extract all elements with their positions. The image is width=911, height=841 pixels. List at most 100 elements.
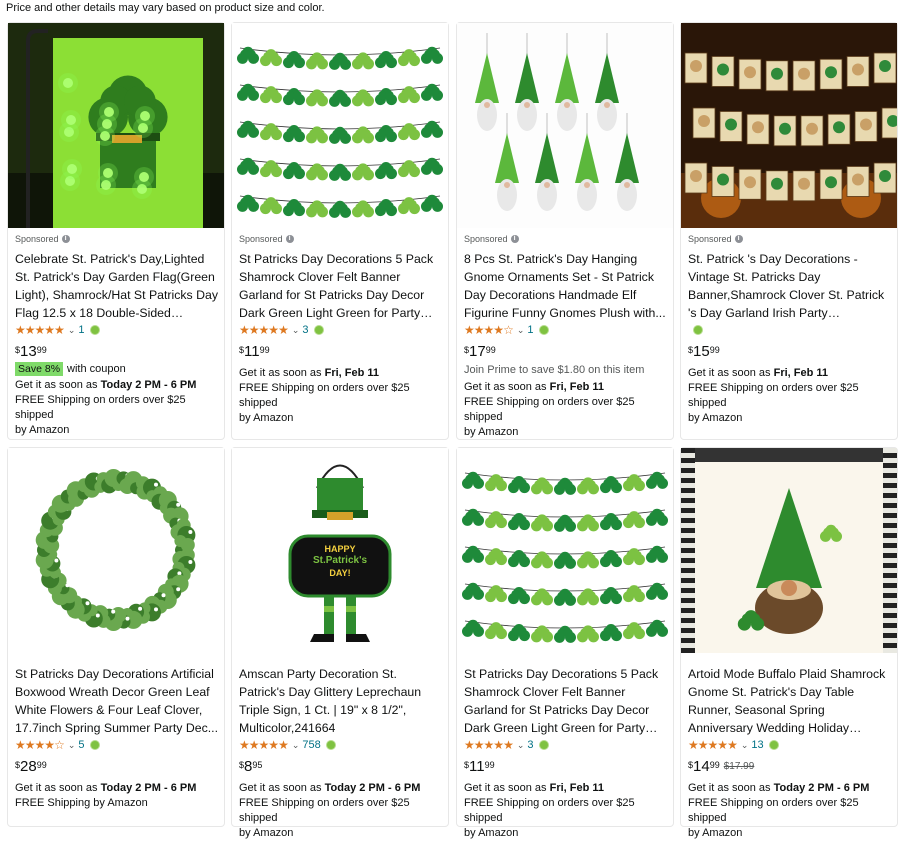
- product-card[interactable]: Sponsored i St Patricks Day Decorations …: [231, 22, 449, 440]
- star-rating[interactable]: ★★★★★: [688, 738, 738, 752]
- star-icon: ★: [473, 738, 485, 752]
- sponsored-text: Sponsored: [688, 234, 732, 244]
- info-icon[interactable]: i: [61, 235, 70, 243]
- price[interactable]: $ 17 99: [464, 343, 667, 361]
- price[interactable]: $ 11 99: [239, 343, 442, 361]
- product-title-link[interactable]: St Patricks Day Decorations 5 Pack Shamr…: [464, 665, 667, 737]
- star-rating[interactable]: ★★★★★: [464, 738, 514, 752]
- sponsored-label[interactable]: Sponsored i: [15, 233, 218, 245]
- climate-pledge-icon[interactable]: [314, 326, 323, 334]
- star-icon: ★: [239, 738, 250, 752]
- star-icon: ★: [54, 323, 65, 337]
- product-card[interactable]: Sponsored i St. Patrick 's Day Decoratio…: [680, 22, 898, 440]
- prime-savings-text: Join Prime to save $1.80 on this item: [464, 364, 645, 376]
- price[interactable]: $ 14 99 $17.99: [688, 758, 891, 776]
- info-icon[interactable]: i: [285, 235, 294, 243]
- delivery-date: Fri, Feb 11: [549, 782, 605, 794]
- price[interactable]: $ 15 99: [688, 343, 891, 361]
- product-image[interactable]: [681, 23, 897, 228]
- price-variation-notice: Price and other details may vary based o…: [6, 2, 325, 14]
- price-whole: 11: [469, 758, 485, 775]
- product-image[interactable]: [457, 448, 673, 653]
- sponsored-label[interactable]: Sponsored i: [239, 233, 442, 245]
- star-rating[interactable]: ★★★★★: [15, 323, 65, 337]
- climate-pledge-icon[interactable]: [694, 326, 702, 334]
- product-title-link[interactable]: Artoid Mode Buffalo Plaid Shamrock Gnome…: [688, 665, 891, 737]
- rating-count[interactable]: 5: [78, 739, 84, 751]
- product-title-link[interactable]: St Patricks Day Decorations Artificial B…: [15, 665, 218, 737]
- product-title-link[interactable]: St. Patrick 's Day Decorations - Vintage…: [688, 250, 891, 322]
- price-fraction: 99: [36, 760, 47, 770]
- coupon-badge[interactable]: Save 8%: [15, 362, 64, 376]
- sponsored-label[interactable]: Sponsored i: [688, 233, 891, 245]
- rating-row[interactable]: ★★★★☆ ⌄ 5: [15, 738, 218, 752]
- info-icon[interactable]: i: [510, 235, 519, 243]
- climate-pledge-icon[interactable]: [90, 326, 99, 334]
- star-icon: ★: [248, 738, 260, 752]
- rating-row[interactable]: ★★★★★ ⌄ 3: [239, 323, 442, 337]
- rating-row[interactable]: ★★★★★ ⌄ 3: [464, 738, 667, 752]
- chevron-down-icon[interactable]: ⌄: [517, 740, 525, 751]
- shipping-info: FREE Shipping on orders over $25 shipped: [464, 797, 635, 824]
- sponsored-label[interactable]: Sponsored i: [464, 233, 667, 245]
- chevron-down-icon[interactable]: ⌄: [68, 740, 76, 751]
- chevron-down-icon[interactable]: ⌄: [68, 325, 76, 336]
- climate-pledge-icon[interactable]: [539, 326, 548, 334]
- rating-row[interactable]: ★★★★☆ ⌄ 1: [464, 323, 667, 337]
- climate-pledge-icon[interactable]: [539, 741, 548, 749]
- chevron-down-icon[interactable]: ⌄: [741, 740, 749, 751]
- rating-count[interactable]: 1: [78, 324, 84, 336]
- product-card[interactable]: Artoid Mode Buffalo Plaid Shamrock Gnome…: [680, 447, 898, 839]
- star-rating[interactable]: ★★★★☆: [464, 323, 514, 337]
- shipping-by: by Amazon: [464, 426, 519, 438]
- product-card[interactable]: St Patricks Day Decorations Artificial B…: [7, 447, 225, 827]
- product-image[interactable]: [8, 448, 224, 653]
- star-rating[interactable]: ★★★★★: [239, 738, 289, 752]
- product-card[interactable]: Sponsored i 8 Pcs St. Patrick's Day Hang…: [456, 22, 674, 440]
- delivery-date: Today 2 PM - 6 PM: [100, 379, 197, 391]
- rating-row[interactable]: ★★★★★ ⌄ 13: [688, 738, 891, 752]
- product-card[interactable]: HAPPY St.Patrick's DAY! Amscan Party Dec…: [231, 447, 449, 839]
- price[interactable]: $ 13 99: [15, 343, 218, 361]
- price-fraction: 99: [259, 345, 270, 355]
- star-icon: ★: [717, 738, 728, 752]
- product-card[interactable]: Sponsored i Celebrate St. Patrick's Day,…: [7, 22, 225, 440]
- shipping-by: by Amazon: [688, 827, 743, 839]
- chevron-down-icon[interactable]: ⌄: [517, 325, 525, 336]
- product-title-link[interactable]: Amscan Party Decoration St. Patrick's Da…: [239, 665, 442, 737]
- price[interactable]: $ 11 99: [464, 758, 667, 776]
- chevron-down-icon[interactable]: ⌄: [292, 740, 300, 751]
- product-card[interactable]: St Patricks Day Decorations 5 Pack Shamr…: [456, 447, 674, 839]
- star-rating[interactable]: ★★★★☆: [15, 738, 65, 752]
- rating-count[interactable]: 3: [527, 739, 533, 751]
- price[interactable]: $ 28 99: [15, 758, 218, 776]
- product-image[interactable]: [457, 23, 673, 228]
- rating-count[interactable]: 13: [751, 739, 763, 751]
- rating-count[interactable]: 3: [302, 324, 308, 336]
- rating-row[interactable]: ★★★★★ ⌄ 1: [15, 323, 218, 337]
- product-title-link[interactable]: St Patricks Day Decorations 5 Pack Shamr…: [239, 250, 442, 322]
- rating-count[interactable]: 1: [527, 324, 533, 336]
- price[interactable]: $ 8 95: [239, 758, 442, 776]
- rating-row[interactable]: ★★★★★ ⌄ 758: [239, 738, 442, 752]
- info-icon[interactable]: i: [734, 235, 743, 243]
- product-image[interactable]: [232, 23, 448, 228]
- shipping-by: by Amazon: [239, 827, 294, 839]
- chevron-down-icon[interactable]: ⌄: [292, 325, 300, 336]
- delivery-estimate: Get it as soon as Today 2 PM - 6 PM: [688, 781, 891, 796]
- rating-count[interactable]: 758: [302, 739, 320, 751]
- price-whole: 28: [20, 758, 37, 775]
- climate-pledge-icon[interactable]: [326, 741, 335, 749]
- shipping-info: FREE Shipping on orders over $25 shipped: [464, 396, 635, 423]
- rating-row[interactable]: [688, 323, 891, 337]
- product-image[interactable]: [8, 23, 224, 228]
- product-title-link[interactable]: Celebrate St. Patrick's Day,Lighted St. …: [15, 250, 218, 322]
- star-rating[interactable]: ★★★★★: [239, 323, 289, 337]
- climate-pledge-icon[interactable]: [769, 741, 778, 749]
- shipping-info: FREE Shipping on orders over $25 shipped: [239, 382, 410, 409]
- product-image[interactable]: [681, 448, 897, 653]
- product-title-link[interactable]: 8 Pcs St. Patrick's Day Hanging Gnome Or…: [464, 250, 667, 322]
- list-price: $17.99: [723, 761, 755, 772]
- coupon-row[interactable]: Save 8% with coupon: [15, 362, 218, 376]
- climate-pledge-icon[interactable]: [90, 741, 99, 749]
